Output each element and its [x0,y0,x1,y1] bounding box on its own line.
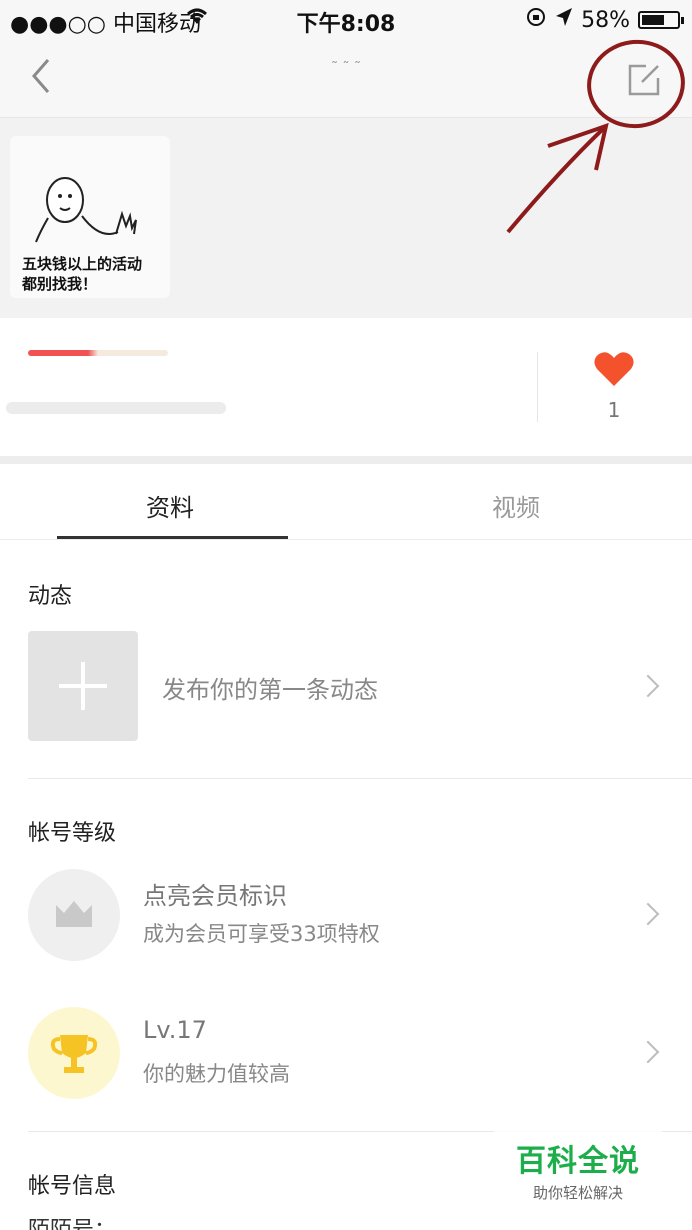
meme-sticker: 五块钱以上的活动 都别找我！ [10,136,170,298]
crown-icon [56,901,92,927]
heart-icon [594,352,634,386]
member-badge-subtitle: 成为会员可享受33项特权 [143,922,380,946]
level-title: Lv.17 [143,1016,207,1044]
level-badge-circle [28,1007,120,1099]
sticker-caption-line1: 五块钱以上的活动 [22,255,143,273]
section-gap [0,456,692,464]
nav-title: ˜ ˜ ˜ [331,60,361,76]
nickname-blurred [28,350,168,356]
battery-percent: 58% [581,7,630,33]
post-first-moment-link[interactable]: 发布你的第一条动态 [162,670,378,705]
sticker-caption: 五块钱以上的活动 都别找我！ [22,254,142,294]
chevron-right-icon [636,674,660,698]
account-info-title: 帐号信息 [28,1174,117,1199]
edit-icon [628,64,660,96]
location-icon [555,7,573,33]
tab-bar: 资料 视频 [0,464,692,540]
tab-profile[interactable]: 资料 [146,488,194,523]
trophy-icon [50,1035,98,1073]
tab-video[interactable]: 视频 [492,488,540,523]
nav-bar: ˜ ˜ ˜ [0,38,692,118]
like-button[interactable]: 1 [574,350,654,422]
battery-icon [638,11,684,29]
member-badge-title: 点亮会员标识 [143,882,287,910]
watermark-logo: 百科全说 助你轻松解决 [494,1128,662,1208]
sticker-caption-line2: 都别找我！ [22,275,98,293]
moments-section-title: 动态 [28,584,73,609]
profile-info-row: 1 [0,318,692,456]
active-tab-indicator [57,536,288,539]
like-count: 1 [607,398,621,422]
member-badge-circle [28,869,120,961]
chevron-right-icon [636,1040,660,1064]
status-bar: ●●●○○ 中国移动 下午8:08 58% [0,0,692,38]
level-subtitle: 你的魅力值较高 [143,1062,290,1086]
add-moment-button[interactable] [28,631,138,741]
watermark-title: 百科全说 [516,1144,640,1179]
watermark-subtitle: 助你轻松解决 [532,1184,623,1202]
divider [28,778,692,779]
rotation-lock-icon [525,6,547,34]
divider [537,352,538,422]
edit-button[interactable] [626,62,662,98]
account-level-title: 帐号等级 [28,821,117,846]
profile-cover[interactable]: 五块钱以上的活动 都别找我！ [0,118,692,318]
signature-blurred [6,402,226,414]
chevron-right-icon [636,902,660,926]
momo-id-label: 陌陌号： [28,1212,116,1230]
meme-figure-icon [35,177,137,243]
